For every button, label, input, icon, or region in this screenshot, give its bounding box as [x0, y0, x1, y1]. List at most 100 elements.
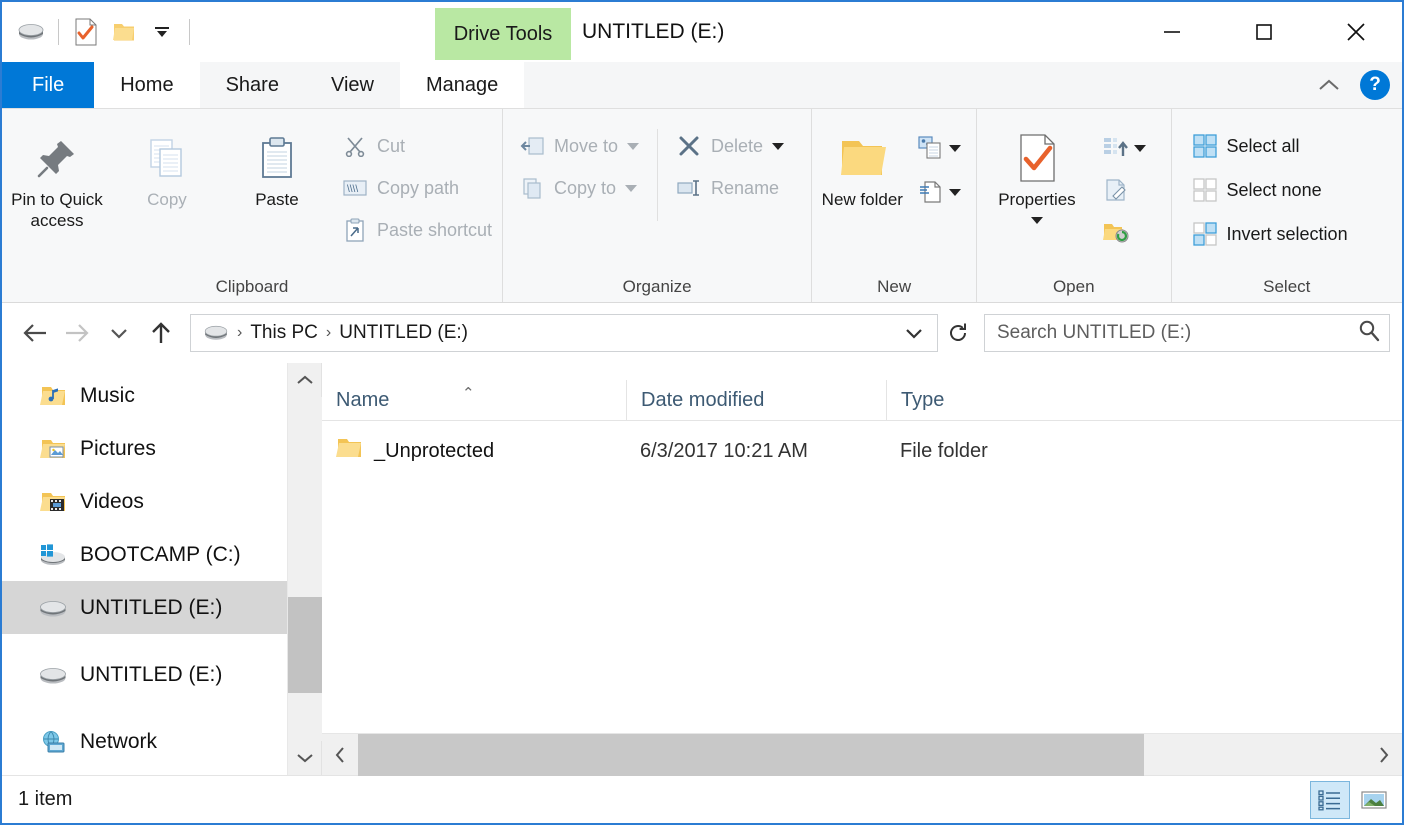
delete-button[interactable]: Delete [666, 127, 794, 165]
horizontal-scroll-thumb[interactable] [358, 734, 1144, 776]
search-icon[interactable] [1357, 319, 1381, 348]
table-row[interactable]: _Unprotected 6/3/2017 10:21 AM File fold… [322, 421, 1402, 481]
new-folder-icon[interactable] [105, 13, 143, 51]
copy-path-button[interactable]: \\\\ Copy path [332, 169, 502, 207]
chevron-left-icon[interactable] [322, 734, 358, 776]
copy-path-icon: \\\\ [342, 175, 368, 201]
open-with-button[interactable] [1097, 127, 1152, 169]
select-none-button[interactable]: Select none [1182, 171, 1358, 209]
chevron-down-icon[interactable] [949, 189, 961, 196]
copy-to-button[interactable]: Copy to [509, 169, 649, 207]
breadcrumb-item-this-pc[interactable]: This PC [244, 322, 324, 344]
recent-locations-button[interactable] [98, 312, 140, 354]
up-button[interactable] [140, 312, 182, 354]
move-to-button[interactable]: Move to [509, 127, 649, 165]
contextual-tab-header: Drive Tools [435, 8, 571, 60]
paste-icon [254, 127, 300, 189]
chevron-down-icon[interactable] [1031, 217, 1043, 224]
chevron-down-icon[interactable] [897, 326, 931, 340]
properties-label: Properties [998, 189, 1075, 210]
refresh-button[interactable] [938, 314, 978, 352]
help-button[interactable]: ? [1360, 70, 1390, 100]
properties-button[interactable]: Properties [977, 117, 1097, 224]
sidebar-item-label: Videos [80, 490, 144, 514]
breadcrumb-item-untitled-e[interactable]: UNTITLED (E:) [333, 322, 474, 344]
breadcrumb-separator: › [235, 324, 244, 342]
ribbon-group-select: Select all Select none [1171, 109, 1402, 302]
minimize-button[interactable] [1126, 2, 1218, 62]
chevron-down-icon[interactable] [625, 185, 637, 192]
column-header-date-modified[interactable]: Date modified [626, 380, 886, 420]
cell-type: File folder [886, 421, 1086, 481]
qat-separator-1 [58, 19, 59, 45]
edit-button[interactable] [1097, 169, 1152, 211]
details-view-button[interactable] [1310, 781, 1350, 819]
sidebar-scrollbar[interactable] [287, 363, 321, 775]
horizontal-scroll-track[interactable] [358, 734, 1366, 776]
search-input[interactable] [997, 322, 1357, 344]
search-box[interactable] [984, 314, 1390, 352]
copy-to-icon [519, 175, 545, 201]
sidebar-item-bootcamp-c[interactable]: BOOTCAMP (C:) [2, 528, 287, 581]
back-button[interactable] [14, 312, 56, 354]
paste-button[interactable]: Paste [222, 117, 332, 210]
sidebar-item-pictures[interactable]: Pictures [2, 422, 287, 475]
large-icons-view-button[interactable] [1354, 781, 1394, 819]
cut-button[interactable]: Cut [332, 127, 502, 165]
tab-file[interactable]: File [2, 62, 94, 108]
breadcrumb-separator: › [324, 324, 333, 342]
sidebar-item-untitled-e-selected[interactable]: UNTITLED (E:) [2, 581, 287, 634]
sidebar-item-music[interactable]: Music [2, 369, 287, 422]
sidebar-scroll-thumb[interactable] [288, 597, 322, 693]
properties-icon[interactable] [67, 13, 105, 51]
column-header-name[interactable]: ⌃ Name [322, 380, 626, 420]
copy-path-label: Copy path [377, 178, 459, 199]
chevron-right-icon[interactable] [1366, 734, 1402, 776]
chevron-down-icon[interactable] [949, 145, 961, 152]
sidebar-item-untitled-e-root[interactable]: UNTITLED (E:) [2, 648, 287, 701]
chevron-down-icon[interactable] [627, 143, 639, 150]
chevron-down-icon[interactable] [288, 741, 322, 775]
sidebar-item-label: Pictures [80, 437, 156, 461]
sidebar-item-videos[interactable]: Videos [2, 475, 287, 528]
invert-selection-button[interactable]: Invert selection [1182, 215, 1358, 253]
tab-manage[interactable]: Manage [400, 62, 524, 108]
history-button[interactable] [1097, 211, 1152, 253]
copy-button[interactable]: Copy [112, 117, 222, 210]
invert-selection-label: Invert selection [1227, 224, 1348, 245]
paste-shortcut-button[interactable]: Paste shortcut [332, 211, 502, 249]
new-item-button[interactable] [912, 127, 967, 169]
sidebar-scroll-track[interactable] [288, 397, 322, 741]
breadcrumb[interactable]: › This PC › UNTITLED (E:) [190, 314, 938, 352]
select-all-button[interactable]: Select all [1182, 127, 1358, 165]
close-button[interactable] [1310, 2, 1402, 62]
delete-x-icon [676, 133, 702, 159]
pin-to-quick-access-button[interactable]: Pin to Quick access [2, 117, 112, 232]
new-folder-button[interactable]: New folder [812, 117, 912, 210]
organize-divider [657, 129, 658, 221]
folder-icon [336, 436, 362, 466]
drive-icon[interactable] [12, 13, 50, 51]
horizontal-scrollbar[interactable] [322, 733, 1402, 775]
chevron-down-icon[interactable] [1134, 145, 1146, 152]
tab-view[interactable]: View [305, 62, 400, 108]
tab-home[interactable]: Home [94, 62, 199, 108]
forward-button[interactable] [56, 312, 98, 354]
column-header-type[interactable]: Type [886, 380, 1086, 420]
sidebar-item-label: UNTITLED (E:) [80, 596, 222, 620]
select-group-label: Select [1172, 272, 1402, 302]
chevron-up-icon[interactable] [288, 363, 322, 397]
chevron-down-icon[interactable] [772, 143, 784, 150]
easy-access-button[interactable] [912, 171, 967, 213]
file-rows: _Unprotected 6/3/2017 10:21 AM File fold… [322, 421, 1402, 733]
select-all-label: Select all [1227, 136, 1300, 157]
cell-name: _Unprotected [322, 421, 626, 481]
maximize-button[interactable] [1218, 2, 1310, 62]
tab-share[interactable]: Share [200, 62, 305, 108]
sidebar-item-network[interactable]: Network [2, 715, 287, 768]
sidebar-item-label: Network [80, 730, 157, 754]
file-name: _Unprotected [374, 440, 494, 463]
rename-button[interactable]: Rename [666, 169, 794, 207]
chevron-up-icon[interactable] [1312, 68, 1346, 102]
chevron-down-icon[interactable] [143, 13, 181, 51]
